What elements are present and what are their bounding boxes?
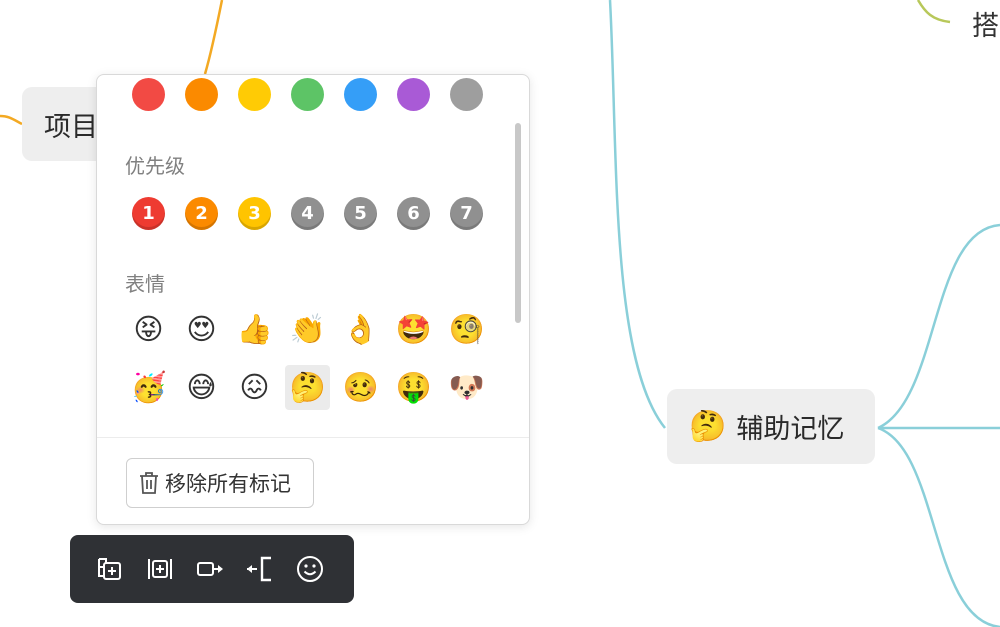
add-parent-node-icon	[98, 558, 121, 580]
emoji-option-2-4[interactable]: 🤔	[285, 365, 330, 410]
emoji-option-2-1[interactable]: 🥳	[126, 365, 171, 410]
color-swatch-3[interactable]	[238, 78, 271, 111]
node-project-label: 项目	[44, 111, 98, 143]
priority-badge-6[interactable]: 6	[397, 197, 430, 230]
emoji-option-1-4[interactable]: 👏	[285, 307, 330, 352]
priority-section-label: 优先级	[125, 154, 185, 178]
node-memory-label: 辅助记忆	[736, 414, 845, 445]
emoji-option-2-6[interactable]: 🤑	[391, 365, 436, 410]
connector-orange-top	[203, 0, 224, 75]
add-summary-icon	[247, 556, 271, 582]
emoji-option-1-2[interactable]: 😍	[179, 307, 224, 352]
emoji-option-1-3[interactable]: 👍	[232, 307, 277, 352]
color-swatch-5[interactable]	[344, 78, 377, 111]
emoji-marker-button[interactable]	[294, 553, 326, 585]
add-child-node-button[interactable]	[194, 553, 226, 585]
remove-all-markers-button[interactable]: 移除所有标记	[126, 458, 314, 508]
emoji-marker-icon	[297, 556, 323, 582]
marker-panel: 优先级 1234567 表情 😝 😍 👍 👏 👌 🤩 🧐 🥳 😅 😖 🤔 🥴 🤑 🐶 移除所有标记	[96, 74, 530, 525]
color-swatch-7[interactable]	[450, 78, 483, 111]
priority-list: 1234567	[132, 197, 483, 230]
priority-badge-3[interactable]: 3	[238, 197, 271, 230]
panel-scrollbar[interactable]	[515, 123, 521, 323]
priority-badge-5[interactable]: 5	[344, 197, 377, 230]
node-toolbar	[70, 535, 354, 603]
remove-all-label: 移除所有标记	[165, 472, 291, 496]
color-swatch-6[interactable]	[397, 78, 430, 111]
node-partial-label: 搭	[972, 11, 999, 42]
priority-badge-4[interactable]: 4	[291, 197, 324, 230]
trash-icon	[140, 472, 158, 494]
emoji-option-1-1[interactable]: 😝	[126, 307, 171, 352]
color-swatch-4[interactable]	[291, 78, 324, 111]
emoji-option-1-5[interactable]: 👌	[338, 307, 383, 352]
emoji-option-1-7[interactable]: 🧐	[444, 307, 489, 352]
thinking-face-icon: 🤔	[689, 408, 727, 444]
mindmap-node-memory[interactable]: 🤔 辅助记忆	[667, 389, 875, 464]
add-child-node-icon	[197, 562, 223, 576]
add-parent-node-button[interactable]	[94, 553, 126, 585]
connector-orange-left	[0, 114, 23, 126]
connector-teal-up	[877, 223, 1000, 430]
color-swatch-1[interactable]	[132, 78, 165, 111]
priority-badge-7[interactable]: 7	[450, 197, 483, 230]
connector-teal-down	[877, 426, 1000, 627]
mindmap-node-partial[interactable]: 搭	[972, 4, 999, 43]
color-swatch-2[interactable]	[185, 78, 218, 111]
emoji-option-2-3[interactable]: 😖	[232, 365, 277, 410]
emoji-option-2-5[interactable]: 🥴	[338, 365, 383, 410]
emoji-option-2-7[interactable]: 🐶	[444, 365, 489, 410]
emoji-option-2-2[interactable]: 😅	[179, 365, 224, 410]
connector-teal-main	[608, 0, 666, 429]
priority-badge-1[interactable]: 1	[132, 197, 165, 230]
add-summary-button[interactable]	[244, 553, 276, 585]
panel-divider	[97, 437, 529, 438]
connector-olive	[916, 0, 951, 24]
priority-badge-2[interactable]: 2	[185, 197, 218, 230]
color-palette	[132, 78, 483, 111]
emoji-row-1: 😝 😍 👍 👏 👌 🤩 🧐	[126, 307, 489, 352]
emoji-section-label: 表情	[125, 272, 165, 296]
emoji-row-2: 🥳 😅 😖 🤔 🥴 🤑 🐶	[126, 365, 489, 410]
add-sibling-node-button[interactable]	[144, 553, 176, 585]
emoji-option-1-6[interactable]: 🤩	[391, 307, 436, 352]
add-sibling-node-icon	[148, 559, 172, 579]
